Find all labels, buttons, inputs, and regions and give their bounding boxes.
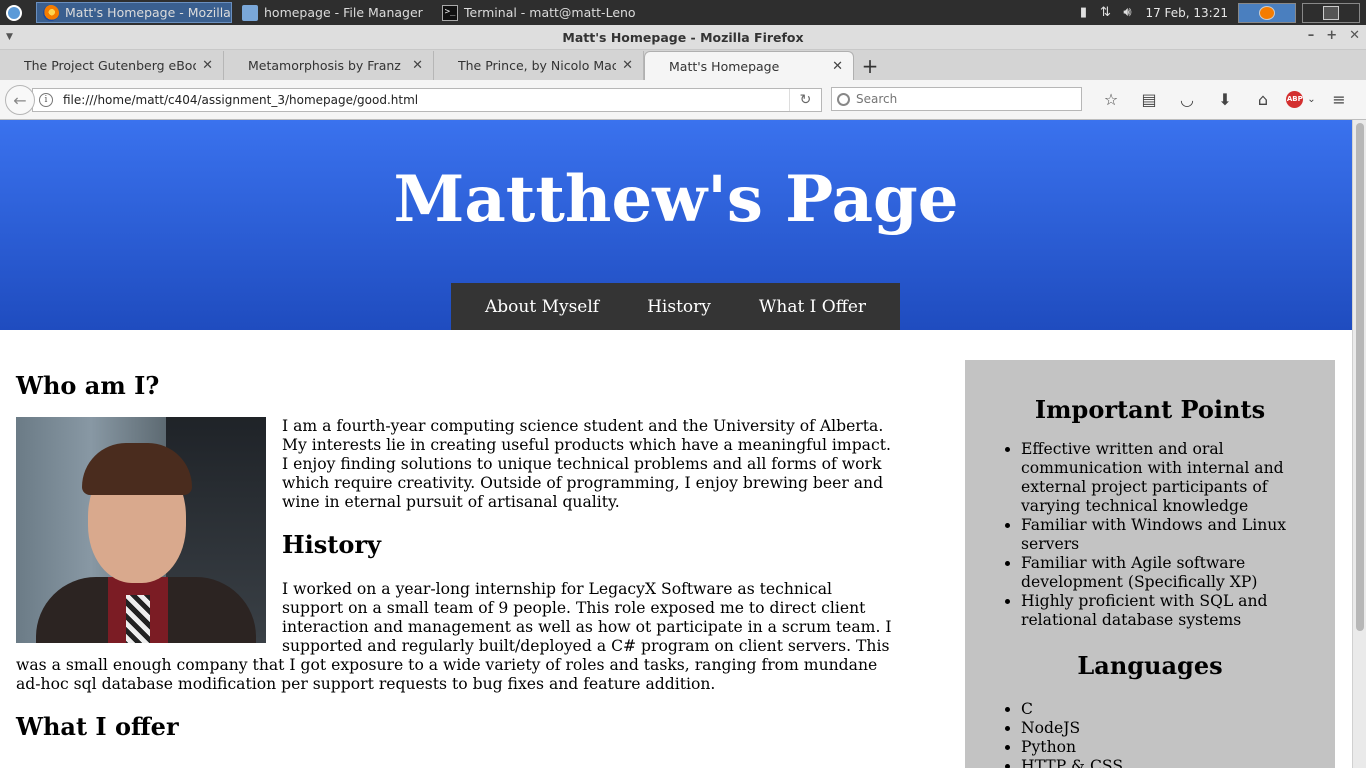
search-bar[interactable] [831, 87, 1082, 111]
url-input[interactable] [63, 93, 778, 107]
pocket-icon[interactable]: ◡ [1168, 88, 1206, 110]
system-tray: ▮ ⇅ 🔊︎ 17 Feb, 13:21 [1075, 0, 1366, 25]
languages-list: C NodeJS Python HTTP & CSS [1021, 700, 1335, 768]
list-item: Familiar with Agile software development… [1021, 554, 1335, 592]
chevron-down-icon: ⌄ [1307, 93, 1316, 105]
adblock-icon: ABP [1286, 90, 1304, 108]
main-content: Who am I? I am a fourth-year computing s… [16, 372, 896, 741]
network-icon[interactable]: ⇅ [1097, 5, 1113, 21]
reading-list-icon[interactable]: ▤ [1130, 88, 1168, 110]
battery-icon[interactable]: ▮ [1075, 5, 1091, 21]
terminal-icon: >_ [442, 4, 458, 21]
page-title: Matthew's Page [393, 162, 959, 237]
taskbar-window-firefox[interactable]: Matt's Homepage - Mozilla F... [36, 2, 232, 23]
window-thumbnail-icon [1323, 5, 1339, 20]
toolbar-buttons: ☆ ▤ ◡ ⬇ ⌂ ABP ⌄ ≡ [1092, 88, 1358, 110]
search-input[interactable] [856, 92, 1071, 106]
tab-metamorphosis[interactable]: Metamorphosis by Franz Kafka ✕ [224, 51, 434, 80]
workspace-1[interactable] [1238, 2, 1296, 23]
tab-close-icon[interactable]: ✕ [202, 58, 213, 73]
list-item: Effective written and oral communication… [1021, 440, 1335, 516]
minimize-icon[interactable]: – [1308, 28, 1315, 43]
back-button[interactable]: ← [5, 85, 35, 115]
workspace-2[interactable] [1302, 2, 1360, 23]
clock[interactable]: 17 Feb, 13:21 [1145, 6, 1228, 20]
tab-close-icon[interactable]: ✕ [622, 58, 633, 73]
close-icon[interactable]: ✕ [1349, 28, 1360, 43]
profile-photo [16, 417, 266, 643]
scrollbar-thumb[interactable] [1356, 123, 1364, 631]
reload-icon[interactable]: ↻ [789, 89, 821, 111]
adblock-button[interactable]: ABP ⌄ [1282, 88, 1320, 110]
window-menu-icon[interactable]: ▼ [6, 32, 13, 42]
back-arrow-icon: ← [13, 90, 27, 110]
site-info-icon[interactable]: i [39, 93, 53, 107]
tab-close-icon[interactable]: ✕ [412, 58, 423, 73]
nav-link-offer[interactable]: What I Offer [759, 297, 866, 317]
taskbar-window-terminal[interactable]: >_ Terminal - matt@matt-Lenov... [436, 2, 636, 23]
page-nav: About Myself History What I Offer [451, 283, 900, 330]
bookmark-star-icon[interactable]: ☆ [1092, 88, 1130, 110]
important-points-list: Effective written and oral communication… [1021, 440, 1335, 630]
window-titlebar: ▼ Matt's Homepage - Mozilla Firefox – + … [0, 25, 1366, 50]
download-icon[interactable]: ⬇ [1206, 88, 1244, 110]
list-item: Python [1021, 738, 1335, 757]
nav-link-about[interactable]: About Myself [485, 297, 599, 317]
languages-heading: Languages [1077, 651, 1223, 680]
who-heading: Who am I? [16, 371, 160, 400]
start-menu-button[interactable] [0, 0, 28, 25]
offer-heading: What I offer [16, 712, 179, 741]
firefox-icon [43, 4, 59, 21]
url-bar[interactable]: i ↻ [32, 88, 822, 112]
firefox-icon [1259, 5, 1275, 20]
tab-gutenberg[interactable]: The Project Gutenberg eBook... ✕ [0, 51, 224, 80]
folder-icon [242, 4, 258, 21]
sidebar: Important Points Effective written and o… [965, 360, 1335, 768]
page-header: Matthew's Page About Myself History What… [0, 120, 1352, 330]
list-item: HTTP & CSS [1021, 757, 1335, 768]
list-item: C [1021, 700, 1335, 719]
volume-icon[interactable]: 🔊︎ [1119, 5, 1135, 21]
search-icon [837, 92, 850, 106]
taskbar-window-file-manager[interactable]: homepage - File Manager [236, 2, 432, 23]
page-viewport: Matthew's Page About Myself History What… [0, 120, 1352, 768]
hamburger-menu-icon[interactable]: ≡ [1320, 88, 1358, 110]
xfce-mouse-icon [6, 4, 22, 21]
tab-close-icon[interactable]: ✕ [832, 59, 843, 74]
list-item: NodeJS [1021, 719, 1335, 738]
list-item: Familiar with Windows and Linux servers [1021, 516, 1335, 554]
tab-the-prince[interactable]: The Prince, by Nicolo Machia... ✕ [434, 51, 644, 80]
important-points-heading: Important Points [1034, 395, 1266, 424]
window-title: Matt's Homepage - Mozilla Firefox [562, 29, 804, 45]
tab-strip: The Project Gutenberg eBook... ✕ Metamor… [0, 50, 1366, 80]
home-icon[interactable]: ⌂ [1244, 88, 1282, 110]
tab-matts-homepage[interactable]: Matt's Homepage ✕ [644, 51, 854, 80]
taskbar: Matt's Homepage - Mozilla F... homepage … [0, 0, 1366, 25]
nav-link-history[interactable]: History [647, 297, 711, 317]
page-scrollbar[interactable] [1352, 120, 1366, 768]
new-tab-button[interactable]: + [854, 51, 886, 80]
list-item: Highly proficient with SQL and relationa… [1021, 592, 1335, 630]
maximize-icon[interactable]: + [1326, 28, 1337, 43]
